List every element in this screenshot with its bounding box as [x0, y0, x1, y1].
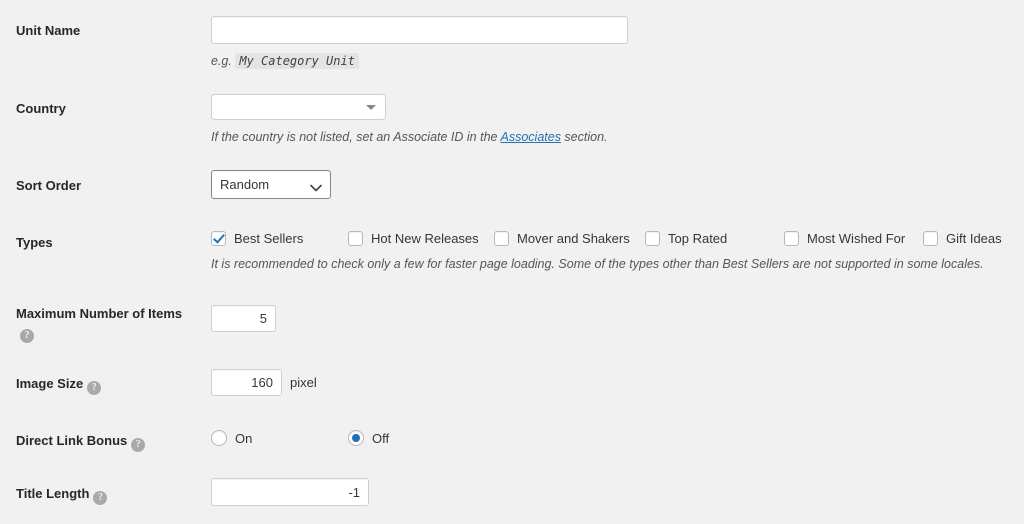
country-desc-after: section.	[561, 130, 608, 144]
checkbox-box[interactable]	[494, 231, 509, 246]
types-checkbox-group: Best Sellers Hot New Releases Mover and Sh…	[0, 231, 1024, 253]
label-country: Country	[16, 100, 196, 118]
image-size-unit-label: pixel	[290, 375, 317, 390]
title-length-input[interactable]	[211, 478, 369, 506]
label-country-text: Country	[16, 101, 66, 116]
checkbox-label: Best Sellers	[234, 231, 303, 246]
unit-name-desc-prefix: e.g.	[211, 54, 232, 68]
checkbox-box[interactable]	[923, 231, 938, 246]
help-circle-icon[interactable]: ?	[87, 381, 101, 395]
checkbox-label: Top Rated	[668, 231, 727, 246]
image-size-input[interactable]	[211, 369, 282, 396]
checkbox-item[interactable]: Top Rated	[645, 231, 727, 246]
types-description: It is recommended to check only a few fo…	[211, 256, 984, 274]
checkbox-label: Gift Ideas	[946, 231, 1002, 246]
label-unit-name: Unit Name	[16, 22, 196, 40]
sort-order-select[interactable]: Random	[211, 170, 331, 199]
label-sort-order-text: Sort Order	[16, 178, 81, 193]
radio-item[interactable]: On	[211, 430, 252, 446]
country-select[interactable]	[211, 94, 386, 120]
radio-selected-icon[interactable]	[348, 430, 364, 446]
unit-name-input[interactable]	[211, 16, 628, 44]
label-max-items: Maximum Number of Items?	[16, 305, 196, 343]
caret-down-icon	[366, 105, 376, 110]
radio-item[interactable]: Off	[348, 430, 389, 446]
checkbox-item[interactable]: Hot New Releases	[348, 231, 479, 246]
field-sort-order: Random	[211, 170, 331, 199]
checkbox-label: Most Wished For	[807, 231, 905, 246]
label-title-length: Title Length?	[16, 485, 196, 505]
chevron-down-icon	[310, 180, 322, 195]
label-title-length-text: Title Length	[16, 486, 89, 501]
country-description: If the country is not listed, set an Ass…	[211, 129, 608, 147]
help-circle-icon[interactable]: ?	[20, 329, 34, 343]
label-sort-order: Sort Order	[16, 177, 196, 195]
checkbox-box[interactable]	[645, 231, 660, 246]
checkbox-item[interactable]: Gift Ideas	[923, 231, 1002, 246]
label-image-size-text: Image Size	[16, 376, 83, 391]
unit-name-sample-code: My Category Unit	[235, 53, 359, 69]
field-max-items	[211, 305, 276, 332]
label-image-size: Image Size?	[16, 375, 196, 395]
checkbox-box[interactable]	[348, 231, 363, 246]
label-unit-name-text: Unit Name	[16, 23, 80, 38]
unit-name-description: e.g. My Category Unit	[211, 53, 628, 71]
field-country: If the country is not listed, set an Ass…	[211, 94, 608, 147]
checkbox-label: Mover and Shakers	[517, 231, 630, 246]
field-title-length	[211, 478, 369, 506]
checkmark-icon[interactable]	[211, 231, 226, 246]
country-desc-before: If the country is not listed, set an Ass…	[211, 130, 501, 144]
radio-label: Off	[372, 431, 389, 446]
help-circle-icon[interactable]: ?	[93, 491, 107, 505]
checkbox-label: Hot New Releases	[371, 231, 479, 246]
field-image-size: pixel	[211, 369, 317, 396]
checkbox-box[interactable]	[784, 231, 799, 246]
checkbox-item[interactable]: Best Sellers	[211, 231, 303, 246]
radio-label: On	[235, 431, 252, 446]
field-unit-name: e.g. My Category Unit	[211, 16, 628, 71]
max-items-input[interactable]	[211, 305, 276, 332]
checkbox-item[interactable]: Most Wished For	[784, 231, 905, 246]
label-max-items-text: Maximum Number of Items	[16, 306, 182, 321]
associates-link[interactable]: Associates	[501, 130, 561, 144]
checkbox-item[interactable]: Mover and Shakers	[494, 231, 630, 246]
radio-unselected-icon[interactable]	[211, 430, 227, 446]
sort-order-value: Random	[220, 177, 269, 192]
direct-link-bonus-radio-group: On Off	[0, 430, 1024, 452]
